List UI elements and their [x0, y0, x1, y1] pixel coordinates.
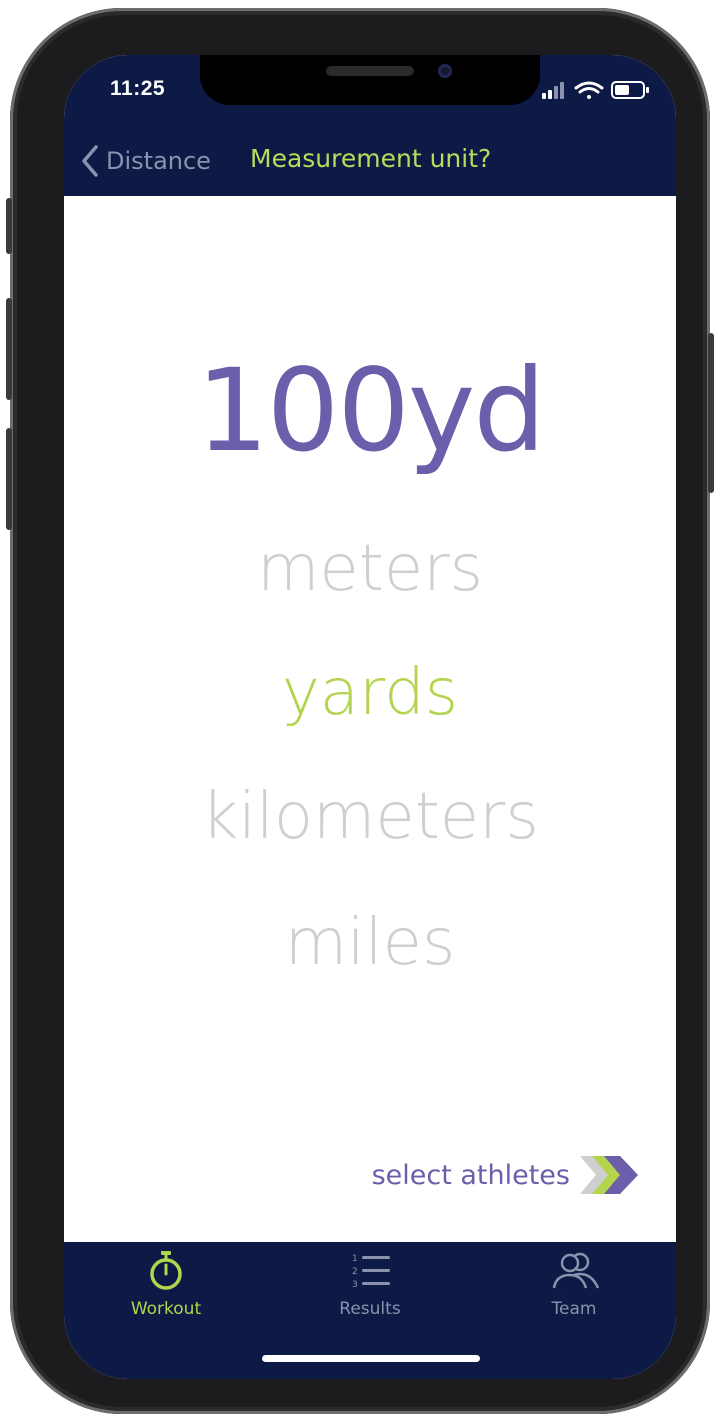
screen: 11:25 Distance Measurement unit? 100yd m…	[64, 55, 676, 1379]
cellular-signal-icon	[542, 82, 564, 99]
mute-switch	[6, 198, 12, 254]
unit-option-miles[interactable]: miles	[64, 906, 676, 980]
tab-workout-label: Workout	[130, 1299, 202, 1319]
home-indicator[interactable]	[262, 1355, 480, 1362]
page-title: Measurement unit?	[250, 144, 492, 173]
unit-option-kilometers[interactable]: kilometers	[64, 780, 676, 854]
unit-option-yards[interactable]: yards	[64, 656, 676, 730]
power-button	[708, 333, 714, 493]
volume-up-button	[6, 298, 12, 400]
tab-workout[interactable]: Workout	[64, 1242, 268, 1332]
volume-down-button	[6, 428, 12, 530]
status-time: 11:25	[110, 77, 166, 100]
tab-team[interactable]: Team	[472, 1242, 676, 1332]
tab-team-label: Team	[551, 1299, 597, 1319]
triple-chevron-right-icon	[580, 1156, 638, 1194]
svg-text:3: 3	[352, 1280, 358, 1290]
stopwatch-icon	[150, 1251, 182, 1290]
back-button[interactable]: Distance	[80, 141, 211, 181]
status-icons	[542, 79, 652, 101]
wifi-icon	[574, 81, 604, 99]
tab-results[interactable]: 1 2 3 Results	[268, 1242, 472, 1332]
svg-text:1: 1	[352, 1254, 358, 1264]
front-camera	[438, 64, 452, 78]
unit-picker: 100yd meters yards kilometers miles sele…	[64, 196, 676, 1242]
notch	[200, 55, 540, 105]
phone-frame: 11:25 Distance Measurement unit? 100yd m…	[6, 8, 714, 1414]
svg-text:2: 2	[352, 1267, 358, 1277]
unit-option-meters[interactable]: meters	[64, 532, 676, 606]
select-athletes-button[interactable]: select athletes	[372, 1154, 642, 1196]
speaker-grille	[326, 66, 414, 76]
team-icon	[552, 1252, 600, 1289]
tab-results-label: Results	[339, 1299, 401, 1319]
ranked-list-icon: 1 2 3	[352, 1254, 390, 1290]
distance-display: 100yd	[196, 344, 545, 477]
back-button-label: Distance	[106, 147, 211, 175]
chevron-left-icon	[82, 145, 98, 177]
battery-icon	[611, 81, 649, 99]
select-athletes-label: select athletes	[371, 1159, 570, 1191]
